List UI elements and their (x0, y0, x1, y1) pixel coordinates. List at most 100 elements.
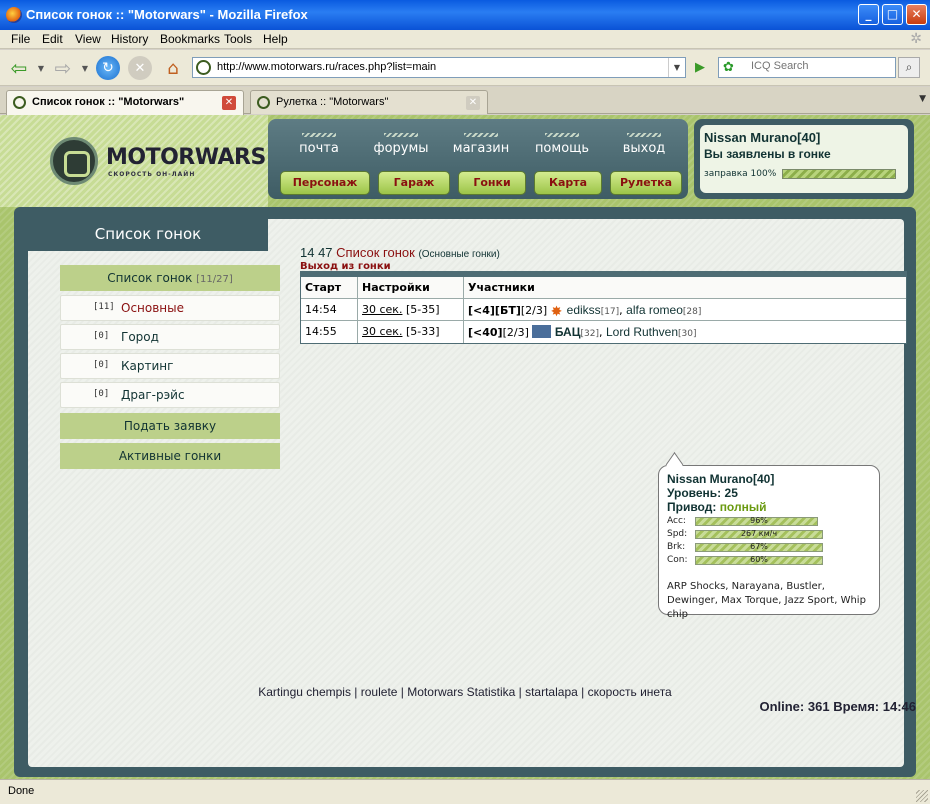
race-level-range: [5-35] (405, 303, 440, 316)
footer-link[interactable]: roulete (361, 685, 398, 699)
search-box[interactable]: ✿ (718, 57, 896, 78)
back-button[interactable]: ⇦ (6, 55, 32, 81)
races-button[interactable]: Гонки (458, 171, 526, 195)
table-row: 14:55 30 сек. [5-33] [<40][2/3] БАЦ[32],… (301, 321, 906, 343)
flag-icon (532, 325, 552, 338)
resize-grip-icon[interactable] (916, 790, 928, 802)
top-link-forums[interactable]: форумы (366, 133, 436, 156)
page-subtitle: (Основные гонки) (418, 249, 500, 260)
race-start-time: 14:54 (301, 299, 358, 320)
race-settings-link[interactable]: 30 сек. (362, 325, 402, 338)
footer-link[interactable]: startalapa (525, 685, 578, 699)
sidebar-item-karting[interactable]: [0] Картинг (60, 353, 280, 379)
footer-link[interactable]: скорость инета (588, 685, 672, 699)
active-races-button[interactable]: Активные гонки (60, 443, 280, 469)
close-window-button[interactable]: ✕ (906, 4, 927, 25)
tooltip-parts: ARP Shocks, Narayana, Bustler, Dewinger,… (667, 581, 866, 620)
status-car-name[interactable]: Nissan Murano[40] (704, 130, 820, 145)
search-icon[interactable]: ⌕ (898, 57, 920, 78)
car-info-tooltip: Nissan Murano[40] Уровень: 25 Привод: по… (658, 465, 880, 620)
character-button[interactable]: Персонаж (280, 171, 370, 195)
search-input[interactable] (751, 60, 891, 72)
go-button[interactable]: ▶ (690, 58, 710, 78)
back-history-dropdown-icon[interactable]: ▼ (36, 55, 46, 81)
races-heading: 14 47 Список гонок (Основные гонки) (300, 245, 500, 260)
forward-history-dropdown-icon[interactable]: ▼ (80, 55, 90, 81)
url-dropdown-icon[interactable]: ▼ (668, 58, 685, 77)
close-tab-icon[interactable]: ✕ (466, 96, 480, 110)
top-link-shop[interactable]: магазин (446, 133, 516, 156)
item-label: Картинг (121, 359, 174, 373)
top-link-mail[interactable]: почта (284, 133, 354, 156)
sidebar-item-city[interactable]: [0] Город (60, 324, 280, 350)
table-row: 14:54 30 сек. [5-35] [<4][БТ][2/3] ✸ edik… (301, 299, 906, 321)
tab-roulette[interactable]: Рулетка :: "Motorwars" ✕ (250, 90, 488, 114)
race-slots: [2/3] (520, 304, 548, 317)
minimize-button[interactable]: _ (858, 4, 879, 25)
stat-speed: Spd: 267 км/ч (667, 529, 871, 540)
logo-emblem-icon (50, 137, 98, 185)
race-settings: 30 сек. [5-35] (358, 299, 464, 320)
item-count: [11] (93, 302, 115, 312)
sidebar-item-drag-race[interactable]: [0] Драг-рэйс (60, 382, 280, 408)
menu-bar: File Edit View History Bookmarks Tools H… (0, 30, 930, 49)
throbber-icon: ✲ (910, 31, 922, 47)
online-stats: Online: 361 Время: 14:46 (759, 699, 916, 714)
race-list-count: [11/27] (196, 274, 233, 285)
race-participants: [<4][БТ][2/3] ✸ edikss[17], alfa romeo[28… (468, 303, 702, 320)
race-settings-link[interactable]: 30 сек. (362, 303, 402, 316)
home-button[interactable]: ⌂ (160, 55, 186, 81)
server-clock: 14:46 (882, 699, 916, 714)
menu-tools[interactable]: Tools (224, 32, 252, 46)
tab-race-list[interactable]: Список гонок :: "Motorwars" ✕ (6, 90, 244, 115)
top-link-exit[interactable]: выход (609, 133, 679, 156)
site-logo[interactable]: MOTORWARS.RU СКОРОСТЬ ОН-ЛАЙН (0, 115, 308, 207)
stat-brakes: Brk: 67% (667, 542, 871, 553)
footer-link[interactable]: Kartingu chempis (258, 685, 351, 699)
tab-list-dropdown-icon[interactable]: ▼ (919, 94, 926, 104)
url-bar[interactable]: http://www.motorwars.ru/races.php?list=m… (192, 57, 686, 78)
reload-button[interactable]: ↻ (96, 56, 120, 80)
participant-name[interactable]: edikss (567, 303, 601, 317)
participant-name[interactable]: БАЦ (555, 325, 581, 339)
menu-view[interactable]: View (75, 32, 101, 46)
site-favicon-icon (196, 60, 211, 75)
participant-level: [17] (600, 307, 620, 317)
menu-edit[interactable]: Edit (42, 32, 63, 46)
menu-bookmarks[interactable]: Bookmarks (160, 32, 220, 46)
participant-name[interactable]: alfa romeo (626, 303, 683, 317)
url-text[interactable]: http://www.motorwars.ru/races.php?list=m… (217, 61, 436, 73)
menu-file[interactable]: File (11, 32, 30, 46)
map-button[interactable]: Карта (534, 171, 602, 195)
status-text: Done (8, 785, 35, 797)
tab-label: Список гонок :: "Motorwars" (32, 96, 185, 108)
garage-button[interactable]: Гараж (378, 171, 450, 195)
tab-bar: Список гонок :: "Motorwars" ✕ Рулетка ::… (0, 87, 930, 115)
race-settings: 30 сек. [5-33] (358, 321, 464, 343)
race-start-time: 14:55 (301, 321, 358, 343)
item-label: Драг-рэйс (121, 388, 185, 402)
sidebar-race-list-button[interactable]: Список гонок [11/27] (60, 265, 280, 291)
close-tab-icon[interactable]: ✕ (222, 96, 236, 110)
apply-button[interactable]: Подать заявку (60, 413, 280, 439)
forward-button[interactable]: ⇨ (50, 55, 76, 81)
sidebar-item-main[interactable]: [11] Основные (60, 295, 280, 321)
tab-favicon-icon (13, 96, 26, 109)
menu-history[interactable]: History (111, 32, 148, 46)
tooltip-drive: Привод: полный (667, 500, 767, 514)
item-label: Основные (121, 301, 185, 315)
player-status-panel: Nissan Murano[40] Вы заявлены в гонке за… (694, 119, 914, 199)
firefox-icon (6, 7, 22, 23)
maximize-button[interactable]: □ (882, 4, 903, 25)
participant-name[interactable]: Lord Ruthven (606, 325, 678, 339)
fuel-bar (782, 169, 896, 179)
window-title: Список гонок :: "Motorwars" - Mozilla Fi… (26, 7, 308, 22)
roulette-button[interactable]: Рулетка (610, 171, 682, 195)
icq-flower-icon[interactable]: ✿ (723, 60, 734, 75)
stop-button[interactable]: ✕ (128, 56, 152, 80)
page-title: Список гонок (336, 245, 415, 260)
footer-link[interactable]: Motorwars Statistika (407, 685, 515, 699)
menu-help[interactable]: Help (263, 32, 288, 46)
top-link-help[interactable]: помощь (527, 133, 597, 156)
item-count: [0] (93, 360, 110, 370)
